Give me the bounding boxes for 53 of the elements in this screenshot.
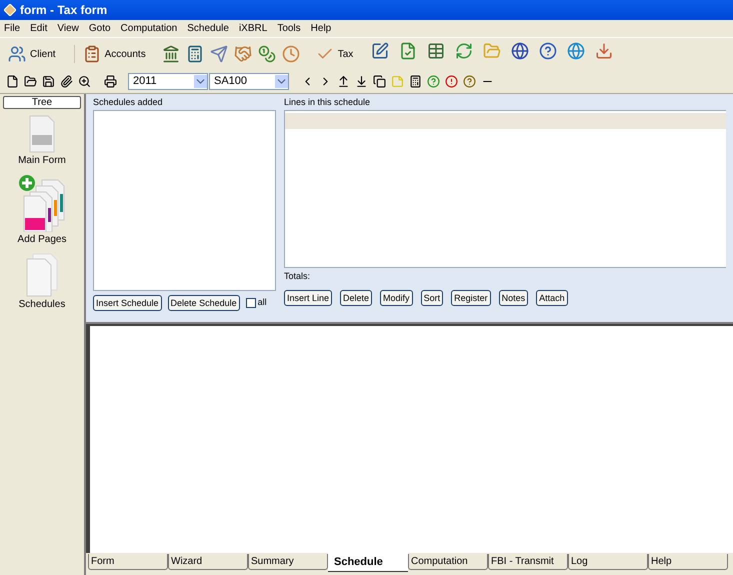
button[interactable]: Insert Line <box>284 290 332 306</box>
button[interactable]: Delete Schedule <box>168 295 240 311</box>
window-title: form - Tax form <box>20 2 108 19</box>
save-icon[interactable] <box>40 73 57 90</box>
tax-button[interactable]: Tax <box>312 45 358 63</box>
page-icon <box>28 115 56 153</box>
form-dropdown[interactable]: SA100 <box>209 73 289 90</box>
panel-label: Schedules added <box>93 96 164 109</box>
menu-item[interactable]: Computation <box>120 21 178 36</box>
menu-item[interactable]: Tools <box>277 21 301 36</box>
tree-button[interactable]: Tree <box>3 96 81 109</box>
menu-item[interactable]: Schedule <box>187 21 229 36</box>
clipboard-icon <box>82 45 101 63</box>
copy-icon[interactable] <box>371 73 388 90</box>
print-icon[interactable] <box>102 73 119 90</box>
menu-item[interactable]: Edit <box>30 21 48 36</box>
zoom-icon[interactable] <box>76 73 93 90</box>
menu-item[interactable]: View <box>57 21 79 36</box>
menu-item[interactable]: Goto <box>88 21 111 36</box>
all-checkbox[interactable] <box>246 298 256 308</box>
menu-item[interactable]: File <box>4 21 20 36</box>
tab[interactable]: FBI - Transmit <box>488 554 568 570</box>
button[interactable]: Sort <box>420 290 444 306</box>
alert-icon[interactable] <box>443 73 460 90</box>
sidebar-item[interactable]: Schedules <box>18 297 66 312</box>
users-icon <box>8 45 26 63</box>
panel-label: Lines in this schedule <box>284 96 372 109</box>
sidebar-item[interactable]: Add Pages <box>18 232 66 247</box>
button[interactable]: Delete <box>340 290 372 306</box>
tab[interactable]: Help <box>648 554 728 570</box>
menu-item[interactable]: iXBRL <box>238 21 268 36</box>
tab[interactable]: Summary <box>248 554 328 570</box>
button[interactable]: Register <box>451 290 491 306</box>
button[interactable]: Modify <box>380 290 413 306</box>
accounts-button[interactable]: Accounts <box>74 45 150 63</box>
app-icon <box>4 4 16 16</box>
pages-stack-icon <box>24 253 59 297</box>
attach-icon[interactable] <box>58 73 75 90</box>
client-button[interactable]: Client <box>4 45 60 63</box>
tab[interactable]: Schedule <box>328 553 408 572</box>
tab[interactable]: Wizard <box>168 554 248 570</box>
year-dropdown[interactable]: 2011 <box>128 73 208 90</box>
button[interactable]: Notes <box>498 290 528 306</box>
tab[interactable]: Computation <box>408 554 488 570</box>
tab[interactable]: Form <box>88 554 168 570</box>
hint-icon[interactable] <box>461 73 478 90</box>
sidebar-item[interactable]: Main Form <box>18 153 66 168</box>
checkbox-label: all <box>258 296 267 310</box>
totals-label: Totals: <box>284 270 312 283</box>
button[interactable]: Insert Schedule <box>93 295 162 311</box>
button[interactable]: Attach <box>536 290 568 306</box>
tab[interactable]: Log <box>568 554 648 570</box>
menu-item[interactable]: Help <box>310 21 332 36</box>
